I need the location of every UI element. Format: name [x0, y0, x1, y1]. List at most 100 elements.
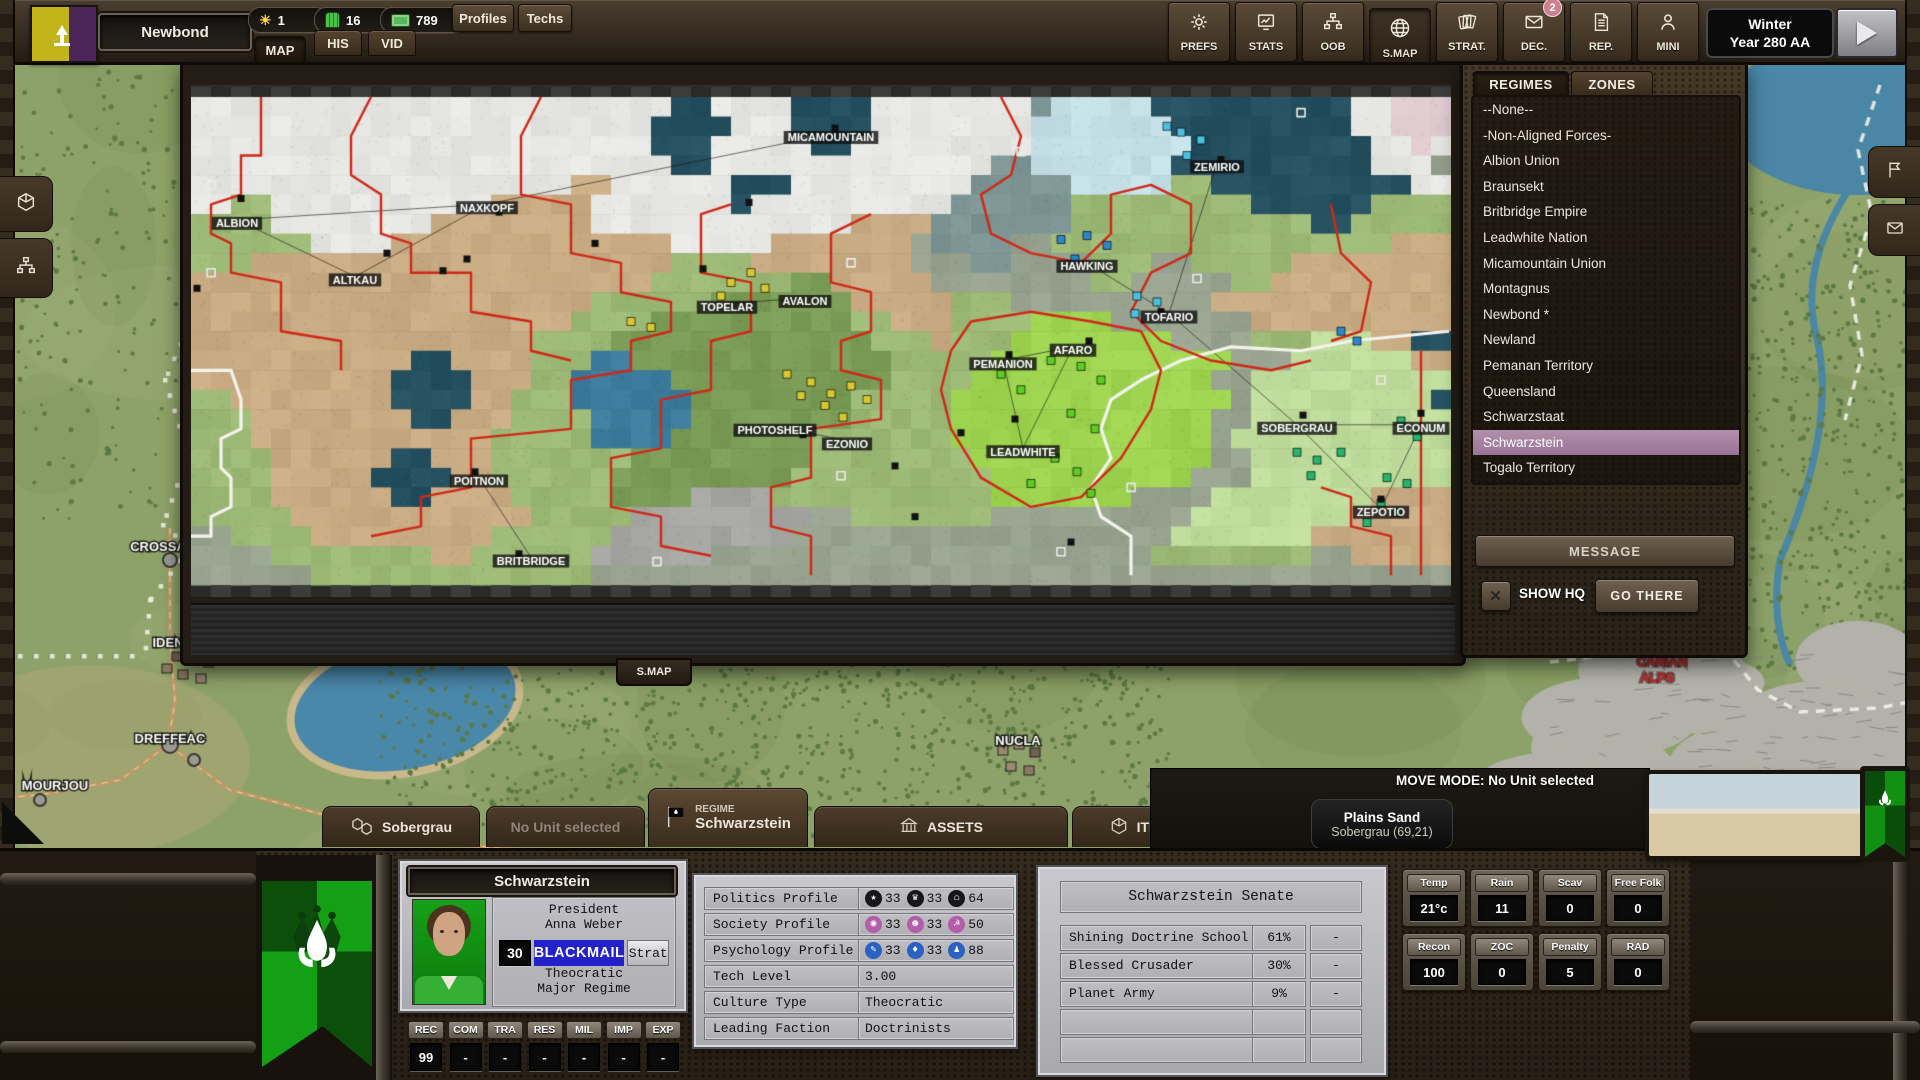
- strat-button[interactable]: Strat: [627, 940, 669, 966]
- profile-icon-value: 33: [926, 917, 943, 932]
- bottom-hud: Schwarzstein President Anna Weber 30 BLA…: [0, 848, 1920, 1080]
- mail-icon: [1885, 218, 1905, 243]
- leader-portrait[interactable]: [412, 899, 486, 1005]
- senate-faction-extra: -: [1310, 981, 1362, 1007]
- bottom-tab-schwarzstein[interactable]: REGIME Schwarzstein: [648, 788, 808, 847]
- regime-list-item[interactable]: -Non-Aligned Forces-: [1473, 123, 1739, 149]
- smap-footer: [191, 603, 1455, 655]
- cube-icon: [15, 191, 37, 218]
- window-tab-his[interactable]: HIS: [314, 30, 362, 56]
- political-points-value: 16: [346, 12, 361, 28]
- hammer-sickle-icon: ☭: [948, 916, 966, 934]
- window-tab-vid[interactable]: VID: [368, 30, 416, 56]
- smap-window-tag[interactable]: S.MAP: [616, 658, 692, 686]
- senate-faction-name: [1060, 1009, 1256, 1035]
- nav-button-label: S.MAP: [1382, 48, 1418, 60]
- panel-tab-regimes[interactable]: REGIMES: [1473, 71, 1569, 97]
- show-hq-label: SHOW HQ: [1519, 586, 1585, 601]
- bottom-tab-no-unit-selected[interactable]: No Unit selected: [486, 806, 645, 847]
- regime-stat-label: IMP: [605, 1021, 642, 1039]
- sun-icon: ☀: [259, 11, 272, 28]
- nav-button-dec[interactable]: DEC. 2: [1503, 0, 1565, 62]
- nav-button-rep[interactable]: REP.: [1570, 2, 1632, 62]
- player-flag[interactable]: [30, 5, 98, 63]
- panel-tab-zones[interactable]: ZONES: [1571, 71, 1653, 97]
- hex-stat-value: 5: [1546, 959, 1594, 985]
- hex-stat-value: 11: [1478, 895, 1526, 921]
- globe-icon: [1388, 16, 1412, 45]
- hexes-icon: [350, 816, 374, 839]
- right-edge-tab-flag[interactable]: [1868, 146, 1920, 198]
- regime-list-item[interactable]: Montagnus: [1473, 276, 1739, 302]
- pipe-decoration: [0, 873, 256, 885]
- cube-icon: [1109, 816, 1129, 839]
- stats-icon: [1255, 11, 1277, 38]
- profile-row-value: ◉ 33 ☻ 33 ☭ 50: [858, 913, 1014, 936]
- regime-list-item[interactable]: Leadwhite Nation: [1473, 225, 1739, 251]
- left-edge-tab-items[interactable]: [0, 176, 53, 232]
- senate-faction-name: Blessed Crusader Knights: [1060, 953, 1256, 997]
- nav-button-label: PREFS: [1180, 41, 1218, 53]
- senate-faction-extra: -: [1310, 953, 1362, 979]
- nav-button-strat[interactable]: STRAT.: [1436, 2, 1498, 62]
- regime-list-item[interactable]: Micamountain Union: [1473, 251, 1739, 277]
- left-edge-tab-oob[interactable]: [0, 238, 53, 298]
- techs-button[interactable]: Techs: [518, 4, 572, 32]
- regime-list-item[interactable]: Queensland: [1473, 379, 1739, 405]
- hex-stat-value: 0: [1478, 959, 1526, 985]
- leader-title: President: [548, 902, 620, 917]
- regime-list-item[interactable]: Schwarzstein: [1473, 429, 1739, 456]
- profile-row-label: Society Profile: [704, 913, 862, 936]
- nav-button-oob[interactable]: OOB: [1302, 2, 1364, 62]
- profile-row-value: Doctrinists: [858, 1017, 1014, 1040]
- tile-name: Plains Sand: [1343, 809, 1421, 825]
- show-hq-checkbox[interactable]: ✕: [1481, 581, 1511, 611]
- nav-button-stats[interactable]: STATS: [1235, 2, 1297, 62]
- nav-button-smap[interactable]: S.MAP: [1369, 8, 1431, 68]
- message-button[interactable]: MESSAGE: [1475, 535, 1735, 567]
- regime-stat-value: -: [647, 1043, 679, 1071]
- bottom-tab-sobergrau[interactable]: Sobergrau: [322, 806, 480, 847]
- bottom-tab-assets[interactable]: ASSETS: [814, 806, 1068, 847]
- nav-button-label: OOB: [1320, 41, 1346, 53]
- date-year: Year 280 AA: [1729, 34, 1811, 50]
- hex-stat-temp: Temp 21°c: [1402, 869, 1466, 927]
- right-edge-tab-mail[interactable]: [1868, 204, 1920, 256]
- regime-list-item[interactable]: --None--: [1473, 97, 1739, 123]
- go-there-button[interactable]: GO THERE: [1595, 579, 1699, 613]
- senate-faction-name: Planet Army: [1060, 981, 1256, 1007]
- window-tab-label: HIS: [327, 35, 349, 51]
- profile-panel: Politics Profile ★ 33 ♛ 33 ⌂ 64 Society Profile…: [692, 873, 1018, 1049]
- regime-panel-title-plate: Schwarzstein: [408, 867, 676, 895]
- regime-list-item[interactable]: Togalo Territory: [1473, 455, 1739, 481]
- hex-stat-label: Rain: [1475, 874, 1529, 892]
- window-tab-label: VID: [381, 35, 403, 51]
- money-icon: [391, 13, 410, 27]
- strategic-map-canvas[interactable]: [191, 85, 1451, 597]
- smap-tag-label: S.MAP: [636, 666, 672, 678]
- leader-name: Anna Weber: [544, 917, 623, 932]
- profiles-button[interactable]: Profiles: [452, 4, 514, 32]
- hex-stat-value: 100: [1410, 959, 1458, 985]
- nav-button-prefs[interactable]: PREFS: [1168, 2, 1230, 62]
- regime-list-item[interactable]: Albion Union: [1473, 148, 1739, 174]
- tile-preview[interactable]: [1645, 770, 1866, 860]
- regime-list-item[interactable]: Braunsekt: [1473, 174, 1739, 200]
- regime-stat-label: TRA: [487, 1021, 523, 1039]
- window-tab-map[interactable]: MAP: [254, 36, 306, 64]
- hex-stat-label: Recon: [1407, 938, 1461, 956]
- nav-button-mini[interactable]: MINI: [1637, 2, 1699, 62]
- end-turn-button[interactable]: [1836, 8, 1898, 58]
- scroll-corner-arrow[interactable]: [2, 802, 44, 844]
- move-mode-text: MOVE MODE: No Unit selected: [1395, 773, 1594, 788]
- senate-faction-pct: 61%: [1252, 925, 1306, 951]
- nav-button-label: STRAT.: [1448, 41, 1486, 53]
- senate-faction-pct: 30%: [1252, 953, 1306, 979]
- regime-list-item[interactable]: Newland: [1473, 327, 1739, 353]
- regime-list-item[interactable]: Pemanan Territory: [1473, 353, 1739, 379]
- portrait-eye: [454, 930, 458, 933]
- regime-list-item[interactable]: Britbridge Empire: [1473, 199, 1739, 225]
- regime-list-item[interactable]: Newbond *: [1473, 302, 1739, 328]
- profile-row-value: Theocratic: [858, 991, 1014, 1014]
- regime-list-item[interactable]: Schwarzstaat: [1473, 404, 1739, 430]
